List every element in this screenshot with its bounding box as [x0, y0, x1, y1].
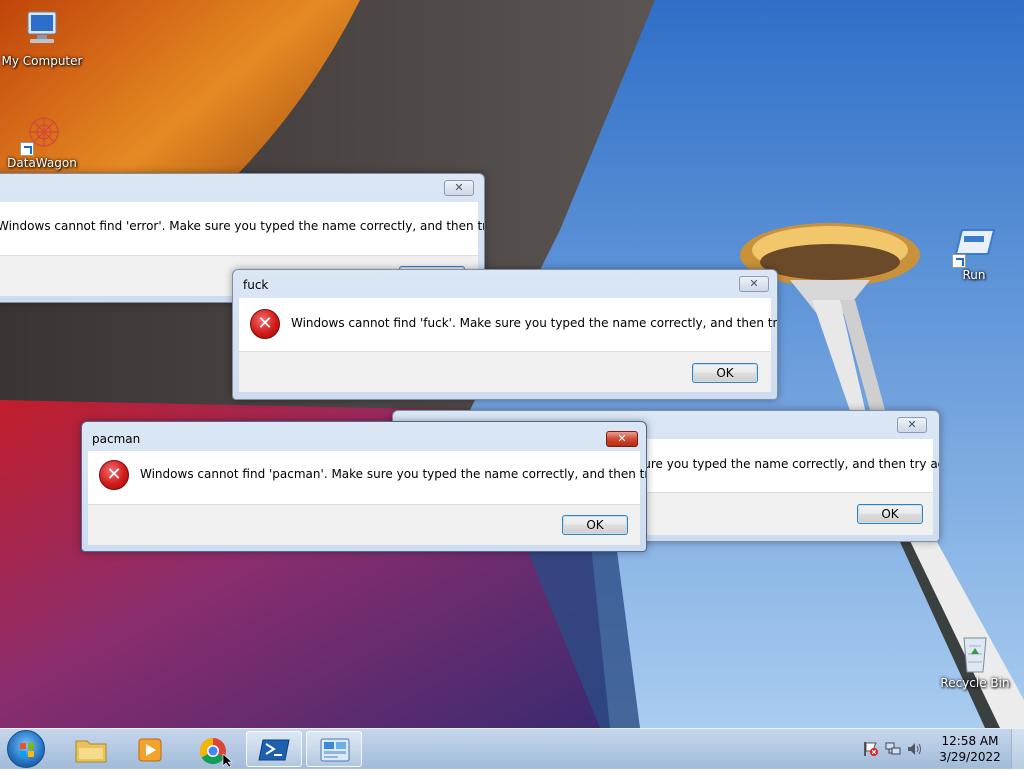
close-button[interactable]: ✕ [739, 276, 769, 292]
run-desktop-icon[interactable]: Run [932, 224, 1016, 282]
explorer-taskbar-button[interactable] [62, 731, 118, 767]
close-icon: ✕ [907, 418, 917, 431]
error-icon: ✕ [99, 460, 129, 490]
my-computer-label: My Computer [1, 54, 83, 68]
start-button[interactable] [7, 730, 45, 768]
my-computer-desktop-icon[interactable]: My Computer [0, 10, 84, 68]
dialog-footer: OK [239, 351, 771, 392]
recycle-bin-icon [951, 632, 999, 676]
datawagon-desktop-icon[interactable]: DataWagon [0, 112, 84, 170]
shortcut-arrow-icon [952, 254, 966, 268]
dialog-title: fuck [243, 278, 269, 292]
ok-button[interactable]: OK [562, 515, 628, 535]
powershell-taskbar-button[interactable] [246, 731, 302, 767]
datawagon-icon [18, 112, 66, 156]
close-button[interactable]: ✕ [897, 417, 927, 433]
error-message: sure you typed the name correctly, and t… [637, 457, 940, 471]
network-icon[interactable] [884, 741, 902, 757]
close-button[interactable]: ✕ [606, 431, 638, 447]
powershell-icon [258, 739, 290, 761]
dialog-titlebar[interactable]: fuck ✕ [233, 270, 777, 298]
media-player-taskbar-button[interactable] [122, 731, 178, 767]
dialog-body: Windows cannot find 'error'. Make sure y… [0, 202, 484, 255]
clock-time: 12:58 AM [941, 734, 999, 748]
dialog-footer: OK [88, 504, 640, 545]
run-icon [950, 224, 998, 268]
recycle-bin-label: Recycle Bin [940, 676, 1010, 690]
taskbar: 12:58 AM 3/29/2022 [0, 728, 1024, 769]
action-center-flag-icon[interactable] [862, 741, 880, 757]
close-icon: ✕ [617, 432, 627, 445]
datawagon-label: DataWagon [7, 156, 77, 170]
recycle-bin-desktop-icon[interactable]: Recycle Bin [933, 632, 1017, 690]
error-message: Windows cannot find 'pacman'. Make sure … [140, 467, 647, 481]
dialog-titlebar[interactable]: ✕ [0, 174, 484, 202]
system-tray: 12:58 AM 3/29/2022 [854, 729, 1024, 769]
dialog-title: pacman [92, 432, 141, 446]
dialog-titlebar[interactable]: pacman ✕ [82, 422, 646, 450]
volume-icon[interactable] [906, 741, 924, 757]
folder-icon [75, 740, 107, 763]
error-icon: ✕ [250, 309, 280, 339]
media-player-icon [138, 738, 162, 762]
dialog-body: ✕ Windows cannot find 'fuck'. Make sure … [239, 298, 777, 351]
pacman-dialog[interactable]: pacman ✕ ✕ Windows cannot find 'pacman'.… [81, 421, 647, 552]
error-message: Windows cannot find 'error'. Make sure y… [0, 219, 485, 233]
dialog-body: ✕ Windows cannot find 'pacman'. Make sur… [88, 451, 646, 504]
taskbar-clock[interactable]: 12:58 AM 3/29/2022 [934, 733, 1006, 765]
fuck-dialog[interactable]: fuck ✕ ✕ Windows cannot find 'fuck'. Mak… [232, 269, 778, 400]
show-desktop-button[interactable] [1011, 729, 1024, 769]
clock-date: 3/29/2022 [939, 750, 1001, 764]
error-message: Windows cannot find 'fuck'. Make sure yo… [291, 316, 778, 330]
close-icon: ✕ [749, 277, 759, 290]
chrome-icon [199, 737, 233, 768]
windows-logo-icon [20, 743, 34, 757]
ok-button[interactable]: OK [692, 363, 758, 383]
close-button[interactable]: ✕ [444, 180, 474, 196]
close-icon: ✕ [454, 181, 464, 194]
ok-button[interactable]: OK [857, 504, 923, 524]
computer-icon [18, 10, 66, 54]
run-label: Run [962, 268, 986, 282]
shortcut-arrow-icon [20, 142, 34, 156]
control-panel-taskbar-button[interactable] [306, 731, 362, 767]
chrome-taskbar-button[interactable] [186, 731, 242, 768]
control-panel-icon [320, 738, 350, 762]
